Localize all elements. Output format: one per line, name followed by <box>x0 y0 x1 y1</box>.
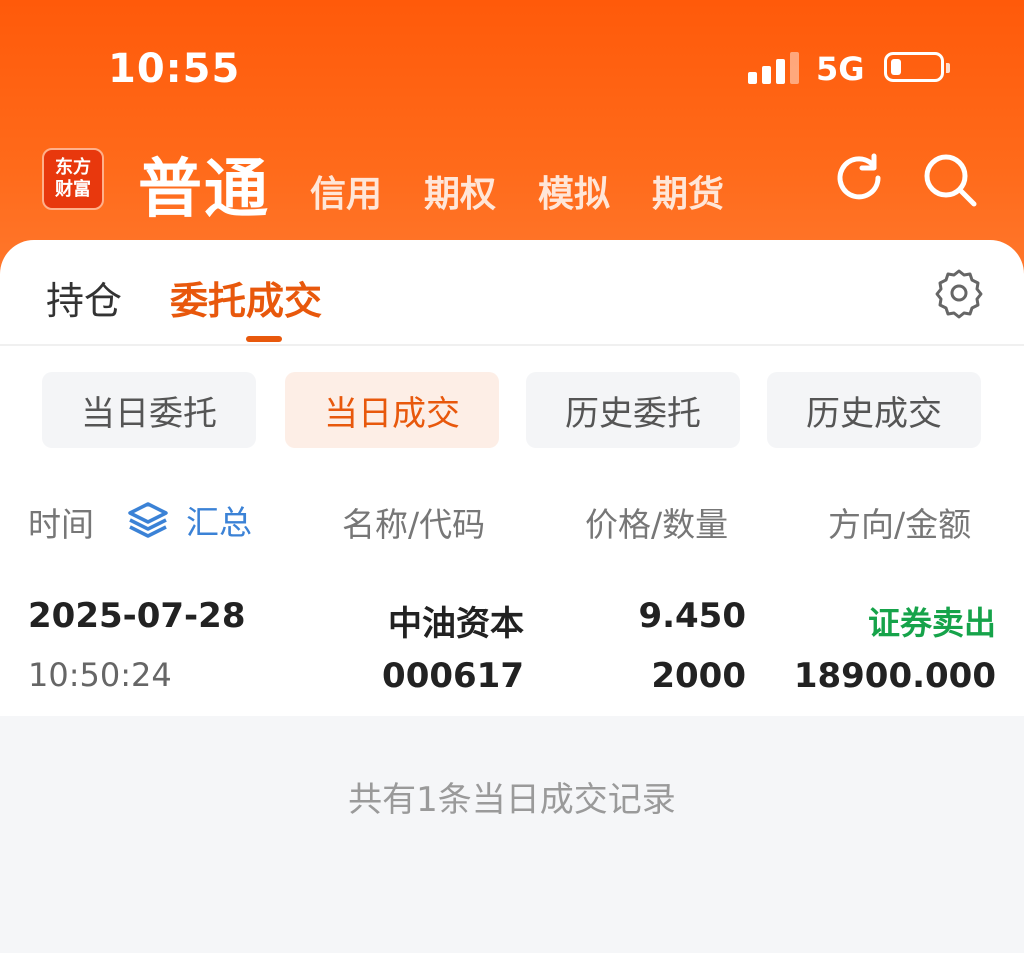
summary-button[interactable]: 汇总 <box>126 496 252 544</box>
trade-panel: 持仓 委托成交 当日委托 当日成交 历史委托 历史成交 时间 汇总 名称/代码 … <box>0 240 1024 716</box>
trade-quantity: 2000 <box>651 656 746 696</box>
app-logo: 东方 财富 <box>42 148 104 210</box>
status-time: 10:55 <box>108 46 241 92</box>
tab-positions[interactable]: 持仓 <box>46 270 122 325</box>
search-icon[interactable] <box>920 150 980 210</box>
col-price-qty: 价格/数量 <box>585 505 729 544</box>
trade-price: 9.450 <box>638 596 746 636</box>
logo-text-line2: 财富 <box>55 179 91 200</box>
network-type: 5G <box>816 50 865 88</box>
refresh-icon[interactable] <box>830 150 890 210</box>
account-type-tabs: 信用 期权 模拟 期货 <box>310 165 766 217</box>
trade-direction: 证券卖出 <box>867 604 996 642</box>
col-name-code: 名称/代码 <box>342 505 486 544</box>
table-row[interactable]: 2025-07-28 10:50:24 中油资本 000617 9.450 20… <box>0 590 1024 710</box>
stock-code: 000617 <box>382 656 524 696</box>
account-tab-credit[interactable]: 信用 <box>310 165 382 217</box>
logo-text-line1: 东方 <box>55 157 91 178</box>
signal-icon <box>748 52 800 84</box>
trade-amount: 18900.000 <box>793 656 996 696</box>
account-tab-futures[interactable]: 期货 <box>652 165 724 217</box>
account-tab-simulation[interactable]: 模拟 <box>538 165 610 217</box>
col-direction-amount: 方向/金额 <box>828 505 972 544</box>
subtab-history-orders[interactable]: 历史委托 <box>526 372 740 448</box>
active-tab-indicator <box>246 336 282 342</box>
trade-time: 10:50:24 <box>28 656 172 694</box>
summary-label: 汇总 <box>186 503 252 542</box>
subtab-history-trades[interactable]: 历史成交 <box>767 372 981 448</box>
tabs-divider <box>0 344 1024 346</box>
layers-icon <box>128 502 168 538</box>
subtab-today-orders[interactable]: 当日委托 <box>42 372 256 448</box>
subtab-today-trades[interactable]: 当日成交 <box>285 372 499 448</box>
stock-name: 中油资本 <box>388 604 524 644</box>
main-tabs: 持仓 委托成交 <box>46 270 370 325</box>
col-time: 时间 <box>28 505 94 544</box>
gear-icon[interactable] <box>932 266 986 320</box>
account-tab-active[interactable]: 普通 <box>138 138 270 230</box>
account-tab-options[interactable]: 期权 <box>424 165 496 217</box>
tab-orders-trades[interactable]: 委托成交 <box>170 270 322 325</box>
trade-date: 2025-07-28 <box>28 596 246 636</box>
battery-icon <box>884 52 950 82</box>
record-count-note: 共有1条当日成交记录 <box>348 780 676 820</box>
table-header: 时间 汇总 名称/代码 价格/数量 方向/金额 <box>0 498 1024 544</box>
